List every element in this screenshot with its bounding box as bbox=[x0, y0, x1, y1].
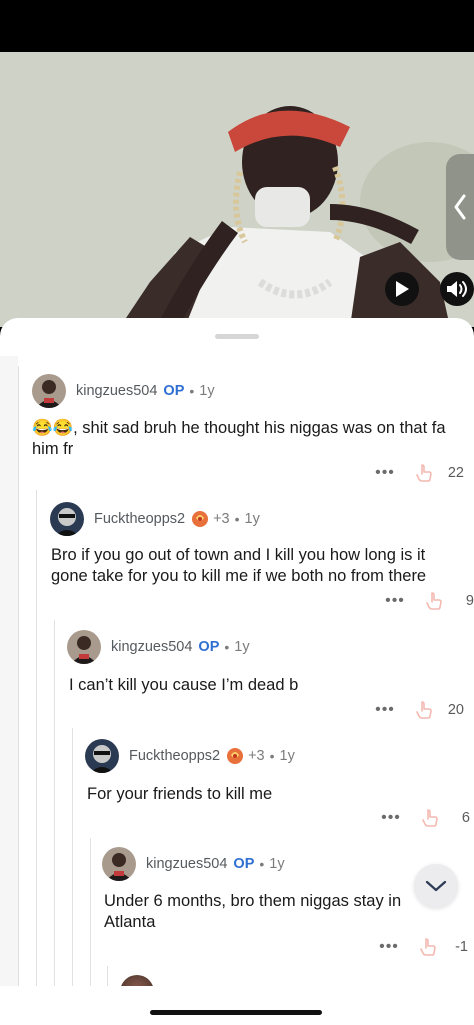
comment-age: 1y bbox=[269, 856, 285, 872]
comment-body: Under 6 months, bro them niggas stay in … bbox=[104, 892, 402, 931]
upvote-icon[interactable] bbox=[426, 592, 442, 610]
thread-line bbox=[72, 728, 73, 1025]
avatar-image bbox=[67, 630, 101, 664]
more-options-button[interactable]: ••• bbox=[372, 701, 398, 719]
comment-actions: ••• 20 bbox=[372, 698, 464, 722]
vote-score: -1 bbox=[455, 939, 468, 955]
comment-username[interactable]: kingzues504 bbox=[76, 383, 157, 399]
flair-count: +3 bbox=[248, 748, 265, 764]
comment-age: 1y bbox=[199, 383, 215, 399]
volume-icon bbox=[447, 281, 467, 297]
vote-score: 6 bbox=[461, 810, 470, 826]
separator-dot: • bbox=[224, 639, 230, 655]
comment-header: Fucktheopps2 +3 • 1y bbox=[85, 738, 295, 774]
avatar-image bbox=[32, 374, 66, 408]
upvote-icon[interactable] bbox=[416, 464, 432, 482]
op-badge: OP bbox=[233, 856, 255, 872]
avatar-image bbox=[102, 847, 136, 881]
comment-age: 1y bbox=[244, 511, 260, 527]
emoji: 😂😂 bbox=[32, 419, 74, 437]
separator-dot: • bbox=[269, 748, 275, 764]
status-bar bbox=[0, 0, 474, 52]
home-indicator[interactable] bbox=[150, 1010, 322, 1015]
comment-text: , shit sad bruh he thought his niggas wa… bbox=[32, 419, 446, 458]
award-flair-icon bbox=[192, 511, 209, 527]
comment-age: 1y bbox=[279, 748, 295, 764]
upvote-icon[interactable] bbox=[422, 809, 438, 827]
comment-actions: ••• -1 bbox=[376, 935, 468, 959]
comment[interactable]: Fucktheopps2 +3 • 1y For your friends to… bbox=[85, 738, 470, 830]
comment-username[interactable]: kingzues504 bbox=[111, 639, 192, 655]
comment[interactable]: kingzues504 OP • 1y 😂😂, shit sad bruh he… bbox=[32, 373, 464, 488]
comment-header: kingzues504 OP • 1y bbox=[102, 846, 285, 882]
comment-body: Bro if you go out of town and I kill you… bbox=[51, 546, 427, 585]
op-badge: OP bbox=[198, 639, 220, 655]
avatar[interactable] bbox=[32, 374, 66, 408]
separator-dot: • bbox=[189, 383, 195, 399]
comment-age: 1y bbox=[234, 639, 250, 655]
more-options-button[interactable]: ••• bbox=[372, 464, 398, 482]
avatar[interactable] bbox=[85, 739, 119, 773]
play-button[interactable] bbox=[385, 272, 419, 306]
thread-line bbox=[54, 620, 55, 1025]
vote-score: 20 bbox=[447, 702, 464, 718]
comment[interactable]: kingzues504 OP • 1y I can’t kill you cau… bbox=[67, 629, 464, 724]
comment-body: I can’t kill you cause I’m dead b bbox=[69, 676, 299, 694]
play-icon bbox=[396, 281, 409, 297]
comment-header: kingzues504 OP • 1y bbox=[32, 373, 215, 409]
flair-count: +3 bbox=[213, 511, 230, 527]
avatar-image bbox=[85, 739, 119, 773]
award-flair-icon bbox=[227, 748, 244, 764]
comment[interactable]: kingzues504 OP • 1y Under 6 months, bro … bbox=[102, 846, 468, 961]
comment-header: Fucktheopps2 +3 • 1y bbox=[50, 501, 260, 537]
chevron-left-icon bbox=[454, 194, 466, 220]
more-options-button[interactable]: ••• bbox=[378, 809, 404, 827]
comment-actions: ••• 22 bbox=[372, 461, 464, 485]
volume-button[interactable] bbox=[440, 272, 474, 306]
side-panel-handle[interactable] bbox=[446, 154, 474, 260]
separator-dot: • bbox=[234, 511, 240, 527]
thread-line bbox=[36, 490, 37, 1025]
upvote-icon[interactable] bbox=[420, 938, 436, 956]
bottom-safe-area bbox=[0, 986, 474, 1025]
op-badge: OP bbox=[163, 383, 185, 399]
comment-actions: ••• 9 bbox=[382, 589, 474, 613]
comment-username[interactable]: Fucktheopps2 bbox=[129, 748, 220, 764]
avatar-image bbox=[50, 502, 84, 536]
more-options-button[interactable]: ••• bbox=[376, 938, 402, 956]
chevron-down-icon bbox=[425, 880, 447, 892]
thread-line bbox=[18, 366, 19, 1025]
avatar[interactable] bbox=[67, 630, 101, 664]
comment-body: For your friends to kill me bbox=[87, 785, 273, 803]
comment[interactable]: Fucktheopps2 +3 • 1y Bro if you go out o… bbox=[50, 501, 474, 613]
separator-dot: • bbox=[259, 856, 265, 872]
comment-actions: ••• 6 bbox=[378, 806, 470, 830]
comment-username[interactable]: kingzues504 bbox=[146, 856, 227, 872]
more-options-button[interactable]: ••• bbox=[382, 592, 408, 610]
scroll-down-button[interactable] bbox=[414, 864, 458, 908]
avatar[interactable] bbox=[102, 847, 136, 881]
avatar[interactable] bbox=[50, 502, 84, 536]
vote-score: 22 bbox=[447, 465, 464, 481]
upvote-icon[interactable] bbox=[416, 701, 432, 719]
comment-body: 😂😂, shit sad bruh he thought his niggas … bbox=[32, 418, 457, 460]
comment-header: kingzues504 OP • 1y bbox=[67, 629, 250, 665]
vote-score: 9 bbox=[465, 593, 474, 609]
comment-username[interactable]: Fucktheopps2 bbox=[94, 511, 185, 527]
sheet-grabber[interactable] bbox=[215, 334, 259, 339]
